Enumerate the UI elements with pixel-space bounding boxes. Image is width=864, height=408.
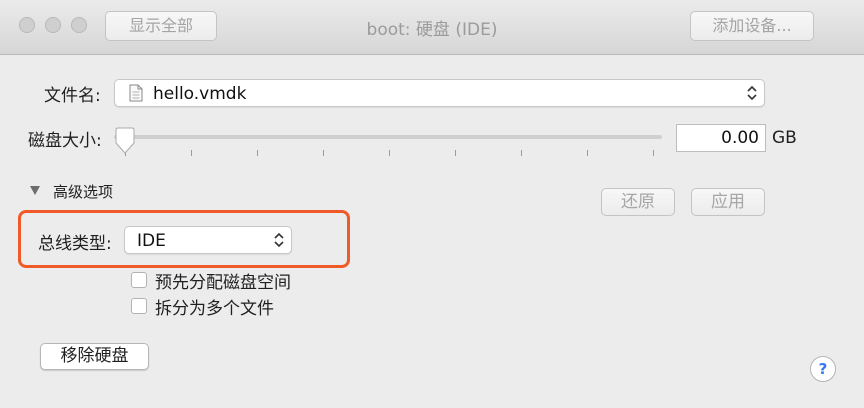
slider-tick (455, 150, 456, 156)
bus-type-value: IDE (137, 231, 166, 251)
split-files-checkbox[interactable] (131, 298, 147, 314)
slider-tick (257, 150, 258, 156)
title-bar: 显示全部 boot: 硬盘 (IDE) 添加设备... (0, 0, 864, 55)
disk-size-unit: GB (772, 128, 797, 148)
chevron-updown-icon (274, 232, 284, 248)
bus-type-popup[interactable]: IDE (124, 226, 292, 254)
help-button[interactable]: ? (810, 356, 836, 382)
file-name-popup[interactable]: hello.vmdk (114, 79, 765, 107)
document-icon (129, 84, 143, 102)
slider-tick (191, 150, 192, 156)
disk-size-slider-knob[interactable] (114, 127, 136, 155)
file-name-value: hello.vmdk (153, 84, 247, 104)
bus-type-label: 总线类型: (38, 234, 112, 254)
disk-size-label: 磁盘大小: (28, 131, 102, 151)
apply-button[interactable]: 应用 (691, 188, 765, 216)
preallocate-checkbox[interactable] (131, 272, 147, 288)
revert-button[interactable]: 还原 (601, 188, 675, 216)
slider-tick (389, 150, 390, 156)
add-device-button[interactable]: 添加设备... (690, 11, 814, 41)
chevron-updown-icon (747, 85, 757, 101)
file-name-label: 文件名: (44, 86, 101, 106)
slider-tick (587, 150, 588, 156)
slider-tick (521, 150, 522, 156)
disclosure-triangle-icon[interactable] (29, 185, 41, 196)
advanced-options-label[interactable]: 高级选项 (53, 181, 113, 202)
slider-tick (653, 150, 654, 156)
remove-disk-button[interactable]: 移除硬盘 (40, 343, 149, 370)
split-files-label: 拆分为多个文件 (155, 299, 274, 319)
preallocate-label: 预先分配磁盘空间 (155, 273, 291, 293)
disk-size-input[interactable]: 0.00 (676, 124, 766, 152)
slider-tick (323, 150, 324, 156)
disk-size-slider-track[interactable] (114, 135, 662, 139)
